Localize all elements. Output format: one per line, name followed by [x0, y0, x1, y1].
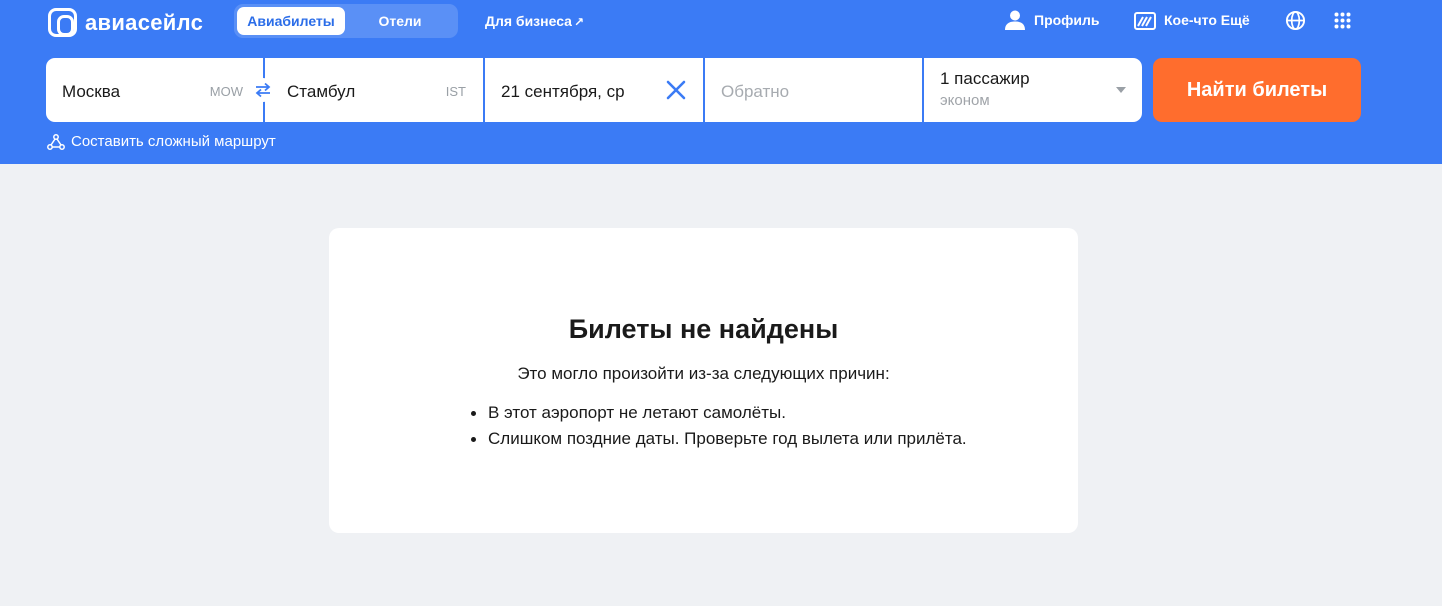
bullet-icon [471, 436, 476, 442]
business-link[interactable]: Для бизнеса ↗ [485, 13, 584, 29]
list-item: В этот аэропорт не летают самолёты. [471, 400, 967, 426]
swap-icon [255, 82, 271, 98]
tab-hotels[interactable]: Отели [345, 7, 455, 35]
product-tabs: Авиабилеты Отели [234, 4, 458, 38]
bullet-icon [471, 410, 476, 416]
user-icon [1005, 10, 1025, 30]
destination-city: Стамбул [287, 82, 356, 101]
passengers-count: 1 пассажир [940, 69, 1030, 88]
header: авиасейлс Авиабилеты Отели Для бизнеса ↗ … [0, 0, 1442, 164]
return-date-field[interactable]: Обратно [705, 58, 924, 122]
depart-date-value: 21 сентября, ср [501, 82, 625, 101]
language-button[interactable] [1285, 10, 1306, 31]
more-icon [1134, 12, 1156, 30]
reason-text: Слишком поздние даты. Проверьте год выле… [488, 429, 967, 448]
no-results-card: Билеты не найдены Это могло произойти из… [329, 228, 1078, 533]
travel-class: эконом [940, 92, 990, 109]
search-form: Москва MOW Стамбул IST 21 сентября, ср О… [46, 58, 1142, 122]
complex-route-label: Составить сложный маршрут [71, 133, 276, 150]
depart-date-field[interactable]: 21 сентября, ср [485, 58, 705, 122]
destination-code: IST [445, 84, 466, 99]
external-arrow-icon: ↗ [573, 15, 585, 29]
reason-text: В этот аэропорт не летают самолёты. [488, 403, 786, 422]
logo-icon [48, 8, 77, 37]
apps-menu-button[interactable] [1334, 12, 1351, 29]
business-link-label: Для бизнеса [485, 13, 572, 29]
grid-icon [1334, 12, 1351, 29]
reasons-list: В этот аэропорт не летают самолёты. Слиш… [471, 400, 967, 452]
logo[interactable]: авиасейлс [48, 8, 203, 37]
passengers-field[interactable]: 1 пассажир эконом [924, 58, 1142, 122]
logo-text: авиасейлс [85, 9, 204, 35]
return-date-placeholder: Обратно [721, 82, 790, 101]
swap-button[interactable] [251, 78, 275, 102]
profile-link[interactable]: Профиль [1004, 9, 1100, 31]
list-item: Слишком поздние даты. Проверьте год выле… [471, 426, 967, 452]
route-icon [47, 133, 65, 150]
more-label: Кое-что Ещё [1164, 12, 1250, 28]
origin-field[interactable]: Москва MOW [46, 58, 275, 122]
close-icon[interactable] [665, 79, 687, 101]
no-results-subtitle: Это могло произойти из-за следующих прич… [517, 364, 890, 383]
find-tickets-button[interactable]: Найти билеты [1153, 58, 1361, 122]
profile-label: Профиль [1034, 12, 1100, 28]
chevron-down-icon [1116, 87, 1126, 93]
destination-field[interactable]: Стамбул IST [265, 58, 485, 122]
complex-route-link[interactable]: Составить сложный маршрут [47, 133, 276, 150]
origin-city: Москва [62, 82, 121, 101]
no-results-title: Билеты не найдены [568, 314, 839, 344]
globe-icon [1285, 10, 1306, 31]
origin-code: MOW [209, 84, 243, 99]
more-link[interactable]: Кое-что Ещё [1134, 9, 1250, 31]
tab-flights[interactable]: Авиабилеты [237, 7, 345, 35]
